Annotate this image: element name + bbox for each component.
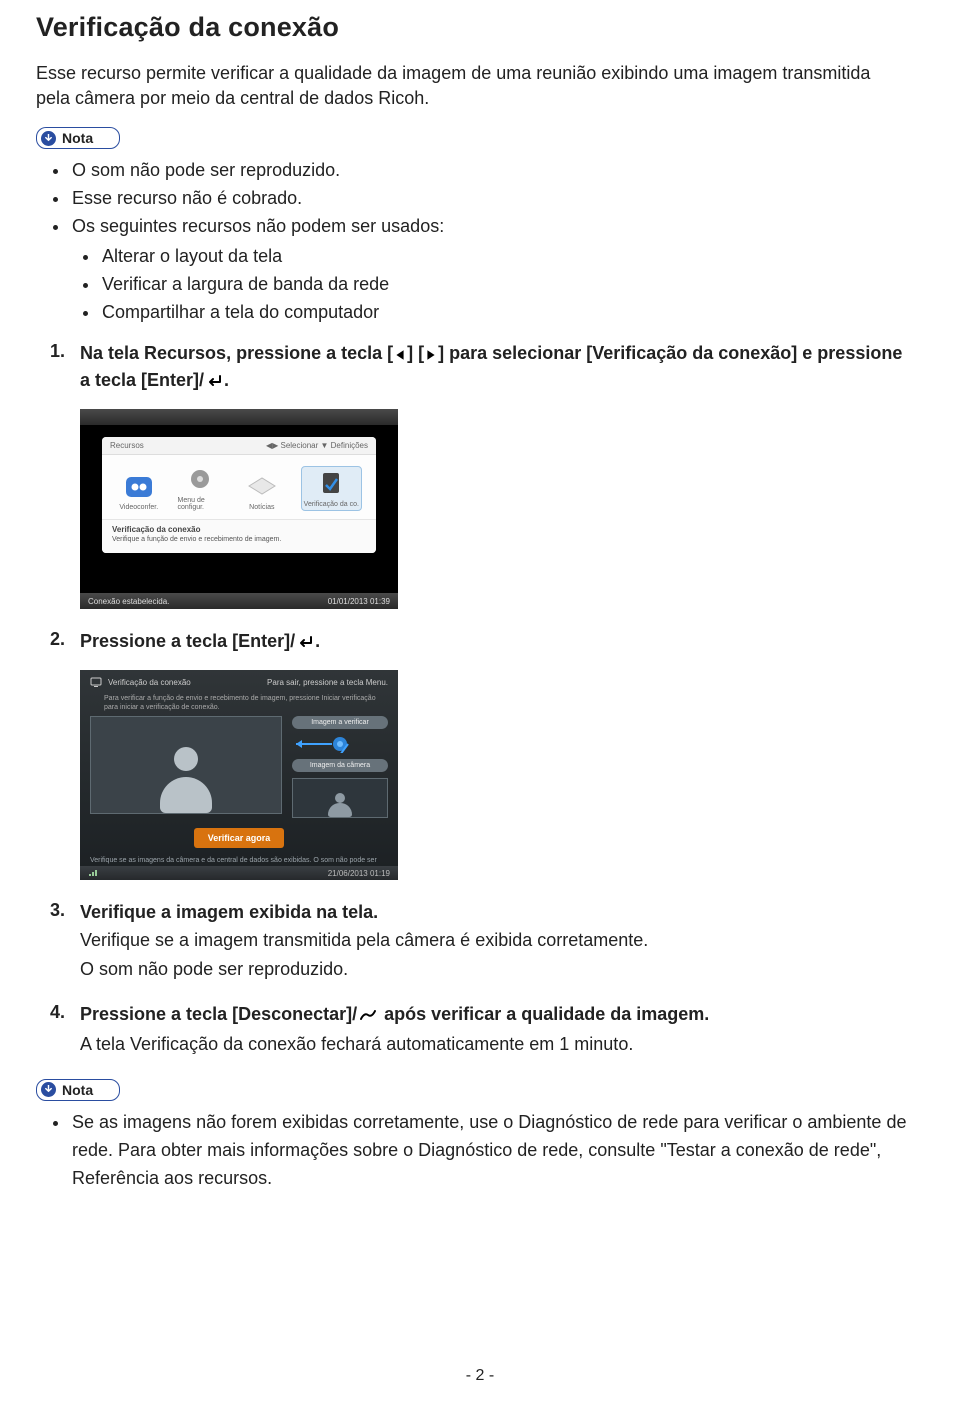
mock2-thumb [292,778,388,818]
mock1-desc-title: Verificação da conexão [112,525,366,534]
mock1-window: Recursos ◀▶ Selecionar ▼ Definições Vide… [102,437,376,553]
disconnect-icon [358,1004,378,1029]
step-2: Pressione a tecla [Enter]/. Verificação … [80,629,908,880]
nota1-item: O som não pode ser reproduzido. [70,157,908,185]
step-4: Pressione a tecla [Desconectar]/ após ve… [80,1002,908,1057]
step3-head: Verifique a imagem exibida na tela. [80,900,908,925]
nota1-item: Os seguintes recursos não podem ser usad… [70,213,908,327]
step4-l1: A tela Verificação da conexão fechará au… [80,1031,908,1057]
nota1-item: Esse recurso não é cobrado. [70,185,908,213]
mock2-top: Verificação da conexão Para sair, pressi… [80,670,398,694]
step3-l2: O som não pode ser reproduzido. [80,956,908,982]
mock2-preview [90,716,282,814]
screenshot-1: Recursos ◀▶ Selecionar ▼ Definições Vide… [80,409,398,609]
mock2-bar-left [88,867,98,879]
mock1-topbar [80,409,398,425]
mock1-icons: Videoconfer. Menu de configur. Notícias [102,455,376,519]
nota2-list: Se as imagens não forem exibidas correta… [36,1109,908,1193]
page-title: Verificação da conexão [36,12,908,43]
mock2-hint: Para verificar a função de envio e receb… [80,694,398,716]
mock1-icon-news: Notícias [239,472,285,511]
enter-icon [205,370,223,395]
nota-arrow-icon [41,131,56,146]
mock1-status-left: Conexão estabelecida. [88,597,169,606]
mock2-bar-right: 21/06/2013 01:19 [328,869,390,878]
screenshot-2: Verificação da conexão Para sair, pressi… [80,670,398,880]
nota-tag: Nota [36,127,120,149]
mock1-icon-connection-check: Verificação da co. [301,466,362,511]
nota-label: Nota [62,130,93,146]
step-3: Verifique a imagem exibida na tela. Veri… [80,900,908,981]
mock1-description: Verificação da conexão Verifique a funçã… [102,519,376,553]
intro-paragraph: Esse recurso permite verificar a qualida… [36,61,908,111]
nota1-subitem: Verificar a largura de banda da rede [100,271,908,299]
nota1-b3-text: Os seguintes recursos não podem ser usad… [72,216,444,236]
step3-l1: Verifique se a imagem transmitida pela c… [80,927,908,953]
left-arrow-icon [394,343,406,368]
connector-icon [292,735,388,753]
right-arrow-icon [425,343,437,368]
mock2-stage: Imagem a verificar Imagem da câmera [80,716,398,818]
nota1-sublist: Alterar o layout da tela Verificar a lar… [72,243,908,327]
mock1-statusbar: Conexão estabelecida. 01/01/2013 01:39 [80,593,398,609]
mock1-icon-settings: Menu de configur. [178,465,224,511]
step2-head: Pressione a tecla [Enter]/. [80,629,908,656]
steps: Na tela Recursos, pressione a tecla [] [… [36,341,908,1057]
nota-label-2: Nota [62,1082,93,1098]
step-1: Na tela Recursos, pressione a tecla [] [… [80,341,908,609]
mock2-pill-1: Imagem a verificar [292,716,388,729]
mock2-title-right: Para sair, pressione a tecla Menu. [267,678,388,687]
mock2-verify-button: Verificar agora [194,828,285,848]
mock1-right: ◀▶ Selecionar ▼ Definições [266,441,368,450]
nota1-subitem: Alterar o layout da tela [100,243,908,271]
monitor-icon [90,676,102,688]
mock1-desc-sub: Verifique a função de envio e recebiment… [112,536,366,543]
nota-arrow-icon [41,1082,56,1097]
nota1-list: O som não pode ser reproduzido. Esse rec… [36,157,908,326]
mock1-icon-videoconf: Videoconfer. [116,472,162,511]
nota-tag-2: Nota [36,1079,120,1101]
mock2-pill-2: Imagem da câmera [292,759,388,772]
step4-head: Pressione a tecla [Desconectar]/ após ve… [80,1002,908,1029]
mock2-statusbar: 21/06/2013 01:19 [80,866,398,880]
enter-icon [296,631,314,656]
nota2-item: Se as imagens não forem exibidas correta… [70,1109,908,1193]
nota1-subitem: Compartilhar a tela do computador [100,299,908,327]
page-number: - 2 - [0,1367,960,1385]
mock1-title: Recursos [110,441,144,450]
mock1-window-header: Recursos ◀▶ Selecionar ▼ Definições [102,437,376,455]
step1-head: Na tela Recursos, pressione a tecla [] [… [80,341,908,395]
mock1-status-right: 01/01/2013 01:39 [328,597,390,606]
mock2-side: Imagem a verificar Imagem da câmera [292,716,388,818]
mock2-title: Verificação da conexão [108,678,191,687]
